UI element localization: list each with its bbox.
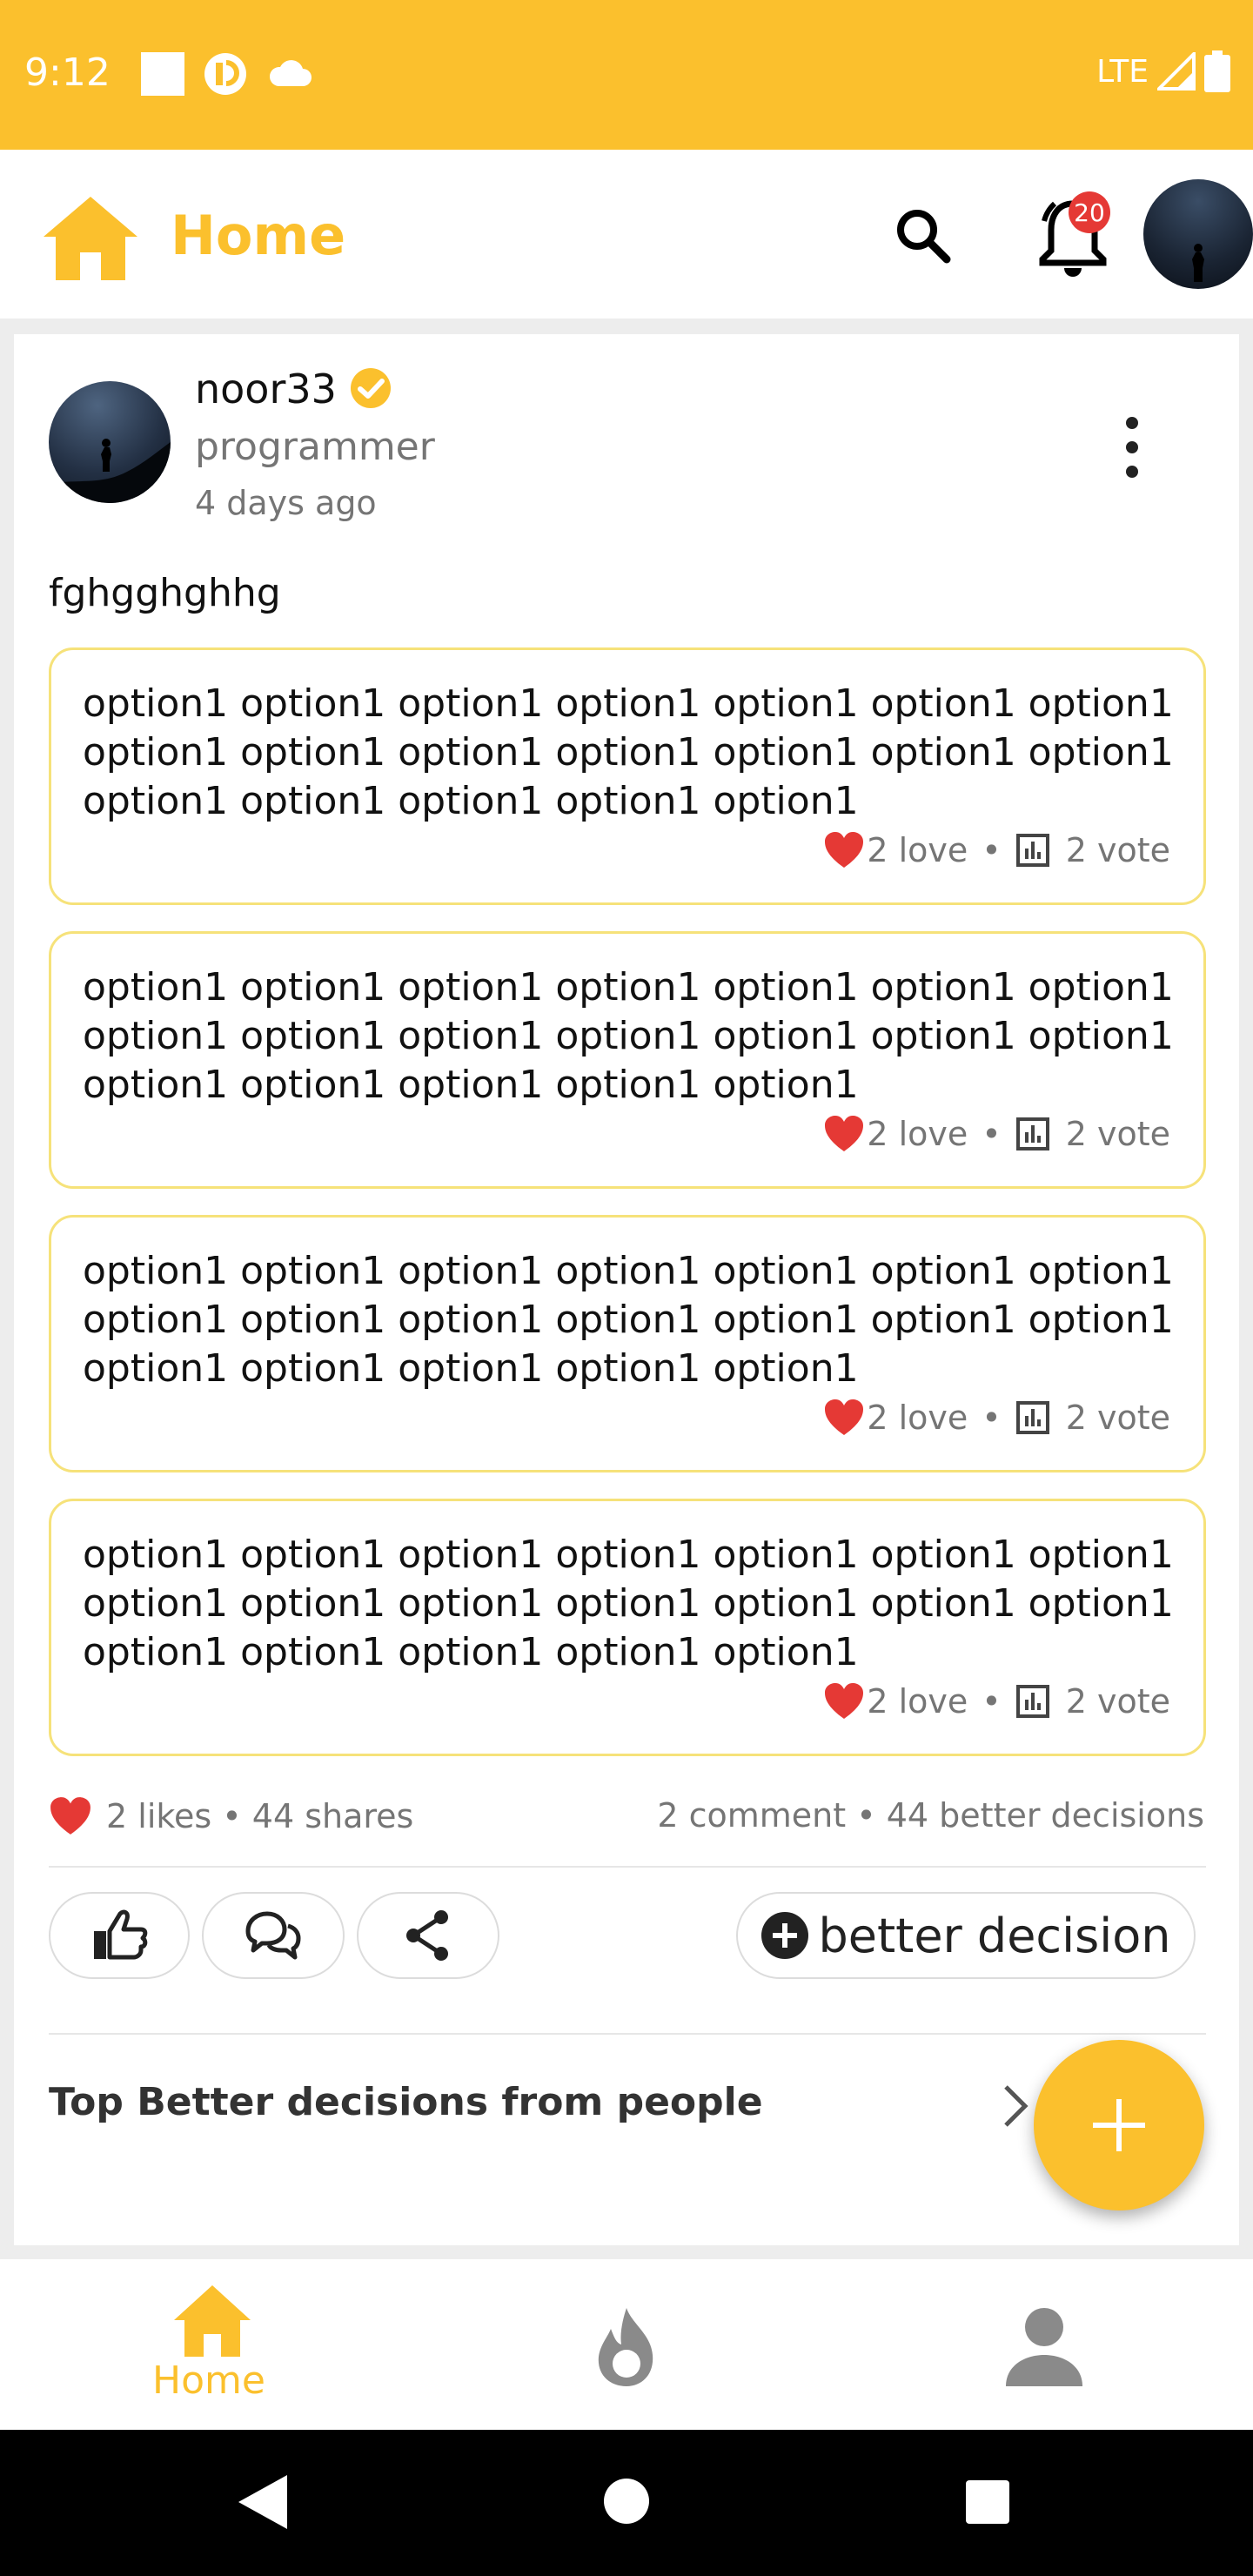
share-icon [406,1910,448,1961]
heart-icon[interactable] [823,1399,865,1437]
plus-icon [1093,2099,1145,2151]
better-decision-button[interactable]: better decision [736,1892,1196,1979]
cloud-icon [269,60,312,86]
system-home-button[interactable] [604,2479,649,2524]
status-bar: 9:12 LTE [0,0,1253,150]
top-better-decisions-link[interactable]: Top Better decisions from people [49,2080,763,2124]
chevron-right-icon[interactable] [997,2082,1032,2130]
thumbs-up-icon [94,1909,148,1960]
option-loves: 2 love [867,1399,968,1437]
poll-option[interactable]: option1 option1 option1 option1 option1 … [49,1499,1206,1756]
post-card: noor33 programmer 4 days ago fghgghghhg … [14,334,1239,2245]
person-icon [1006,2308,1082,2386]
poll-option[interactable]: option1 option1 option1 option1 option1 … [49,647,1206,905]
fire-icon [598,2308,653,2386]
divider [49,2033,1206,2035]
battery-icon [1204,50,1230,92]
home-icon [44,197,137,280]
separator-dot: • [982,1115,1002,1153]
option-meta: 2 love • 2 vote [823,1115,1170,1153]
option-votes: 2 vote [1065,1399,1170,1437]
post-text: fghgghghhg [49,571,281,615]
share-button[interactable] [357,1892,499,1979]
verified-icon [351,368,391,408]
heart-icon[interactable] [823,831,865,869]
heart-icon[interactable] [823,1682,865,1721]
comments-decisions[interactable]: 2 comment • 44 better decisions [657,1796,1204,1835]
add-circle-icon [761,1912,809,1959]
heart-icon [50,1797,90,1835]
option-text: option1 option1 option1 option1 option1 … [83,1533,1174,1674]
author-avatar[interactable] [49,381,171,503]
stop-icon [141,52,184,96]
author-name[interactable]: noor33 [195,366,337,413]
nav-home-label: Home [152,2358,265,2403]
recent-apps-button[interactable] [966,2480,1009,2524]
app-icon [204,53,246,95]
comments-icon [245,1911,301,1960]
home-icon [174,2285,251,2357]
notifications-button[interactable]: 20 [1035,191,1110,278]
better-decision-label: better decision [818,1908,1171,1963]
option-loves: 2 love [867,1115,968,1153]
user-avatar[interactable] [1143,179,1253,289]
divider [49,1866,1206,1868]
system-nav-bar [0,2430,1253,2576]
option-votes: 2 vote [1065,1682,1170,1721]
search-icon[interactable] [891,204,954,266]
separator-dot: • [982,831,1002,869]
create-post-fab[interactable] [1034,2040,1204,2210]
bottom-nav: Home [0,2259,1253,2430]
poll-chart-icon [1015,1117,1049,1150]
status-notification-icons [141,52,313,96]
like-button[interactable] [49,1892,190,1979]
network-label: LTE [1096,53,1149,90]
option-loves: 2 love [867,831,968,869]
signal-icon [1157,52,1196,91]
option-meta: 2 love • 2 vote [823,1682,1170,1721]
app-bar: Home 20 [0,150,1253,319]
nav-item-profile[interactable] [835,2259,1253,2430]
separator-dot: • [982,1682,1002,1721]
option-votes: 2 vote [1065,1115,1170,1153]
option-text: option1 option1 option1 option1 option1 … [83,1249,1174,1391]
more-vert-icon[interactable] [1119,413,1145,482]
option-loves: 2 love [867,1682,968,1721]
author-role: programmer [195,425,435,469]
option-meta: 2 love • 2 vote [823,831,1170,869]
status-time: 9:12 [24,50,111,95]
heart-icon[interactable] [823,1115,865,1153]
nav-item-trending[interactable] [418,2259,835,2430]
avatar-silhouette-icon [49,439,171,503]
post-stats-left: 2 likes • 44 shares [49,1796,413,1836]
poll-chart-icon [1015,1401,1049,1434]
likes-shares[interactable]: 2 likes • 44 shares [106,1797,413,1835]
option-text: option1 option1 option1 option1 option1 … [83,681,1174,823]
option-meta: 2 love • 2 vote [823,1399,1170,1437]
avatar-silhouette-icon [1192,244,1204,282]
option-votes: 2 vote [1065,831,1170,869]
back-icon[interactable] [235,2473,291,2531]
nav-item-home[interactable]: Home [0,2259,418,2430]
page-title: Home [171,204,346,267]
post-time: 4 days ago [195,484,377,522]
poll-option[interactable]: option1 option1 option1 option1 option1 … [49,1215,1206,1472]
poll-chart-icon [1015,834,1049,867]
option-text: option1 option1 option1 option1 option1 … [83,965,1174,1107]
notification-badge: 20 [1069,191,1110,233]
status-right: LTE [1096,50,1230,92]
separator-dot: • [982,1399,1002,1437]
poll-option[interactable]: option1 option1 option1 option1 option1 … [49,931,1206,1189]
poll-chart-icon [1015,1685,1049,1718]
comment-button[interactable] [202,1892,345,1979]
